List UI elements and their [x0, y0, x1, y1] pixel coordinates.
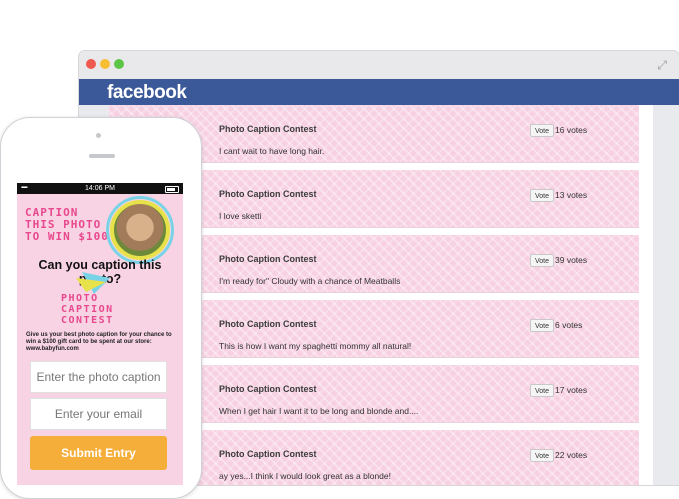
status-bar: ▪▪▪▪▪ 14:06 PM: [17, 183, 183, 194]
status-time: 14:06 PM: [85, 185, 115, 192]
caption-input[interactable]: [30, 361, 167, 393]
facebook-header: facebook: [79, 79, 679, 105]
phone-speaker: [89, 154, 115, 158]
entry-title: Photo Caption Contest: [219, 124, 317, 134]
expand-icon[interactable]: ⤢: [655, 58, 669, 72]
vote-count: 6 votes: [555, 320, 583, 330]
entry-title: Photo Caption Contest: [219, 449, 317, 459]
vote-button[interactable]: Vote: [530, 254, 555, 267]
contest-title: PHOTO CAPTION CONTEST: [61, 293, 141, 326]
vote-button[interactable]: Vote: [530, 384, 555, 397]
contest-photo: [106, 196, 174, 264]
entry-caption: This is how I want my spaghetti mommy al…: [219, 341, 412, 351]
entry-caption: When I get hair I want it to be long and…: [219, 406, 419, 416]
entry-title: Photo Caption Contest: [219, 384, 317, 394]
contest-description: Give us your best photo caption for your…: [26, 332, 172, 352]
vote-button[interactable]: Vote: [530, 124, 555, 137]
vote-count: 16 votes: [555, 125, 588, 135]
phone-camera: [96, 133, 101, 138]
zoom-window-button[interactable]: [114, 59, 124, 69]
minimize-window-button[interactable]: [100, 59, 110, 69]
entry-title: Photo Caption Contest: [219, 254, 317, 264]
submit-entry-button[interactable]: Submit Entry: [30, 436, 167, 470]
entry-caption: I cant wait to have long hair.: [219, 146, 325, 156]
facebook-logo[interactable]: facebook: [107, 82, 187, 104]
contest-title-line: PHOTO: [61, 293, 99, 304]
entry-title: Photo Caption Contest: [219, 319, 317, 329]
window-titlebar: ⤢: [79, 51, 679, 79]
ribbon-graphic: [72, 272, 114, 294]
entry-caption: ay yes...I think I would look great as a…: [219, 471, 391, 481]
vote-count: 13 votes: [555, 190, 588, 200]
vote-button[interactable]: Vote: [530, 449, 555, 462]
vote-button[interactable]: Vote: [530, 189, 555, 202]
vote-count: 22 votes: [555, 450, 588, 460]
contest-title-line: CONTEST: [61, 315, 114, 326]
entry-caption: I'm ready for" Cloudy with a chance of M…: [219, 276, 401, 286]
entry-title: Photo Caption Contest: [219, 189, 317, 199]
vote-button[interactable]: Vote: [530, 319, 555, 332]
entry-caption: I love sketti: [219, 211, 262, 221]
battery-icon: [165, 186, 179, 193]
vote-count: 17 votes: [555, 385, 588, 395]
vote-count: 39 votes: [555, 255, 588, 265]
phone-screen: ▪▪▪▪▪ 14:06 PM CAPTION THIS PHOTO TO WIN…: [17, 183, 183, 485]
email-input[interactable]: [30, 398, 167, 430]
contest-title-line: CAPTION: [61, 304, 114, 315]
close-window-button[interactable]: [86, 59, 96, 69]
